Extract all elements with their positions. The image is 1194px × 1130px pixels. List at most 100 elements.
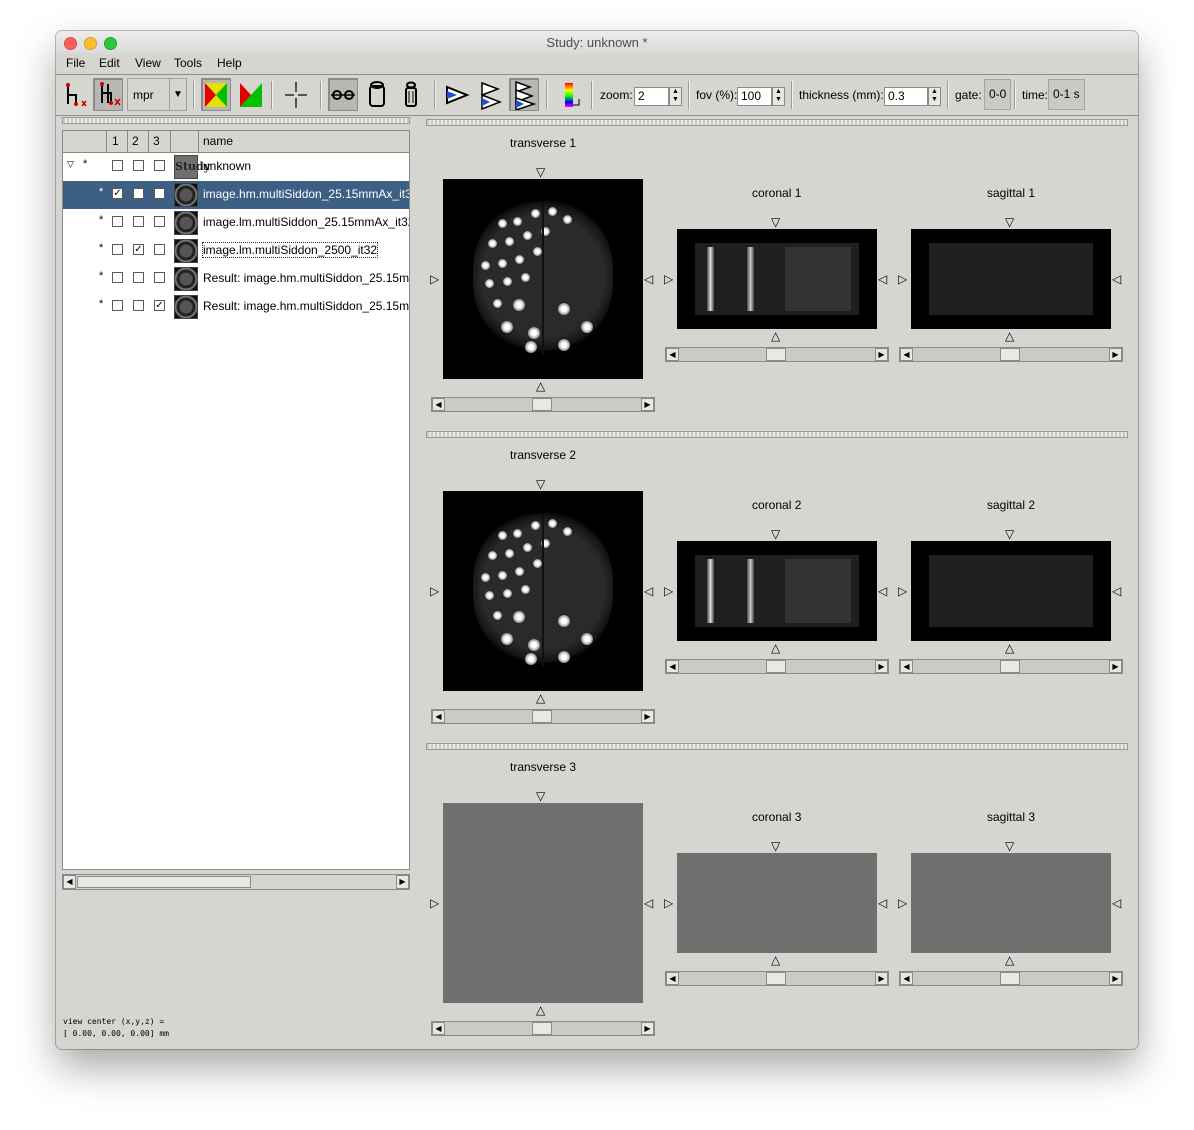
view-1-checkbox[interactable]	[112, 300, 123, 311]
coronal-1-slider[interactable]: ◀ ▶	[665, 347, 889, 362]
slider-thumb[interactable]	[1000, 660, 1020, 673]
view-row-splitter[interactable]	[426, 119, 1128, 126]
transverse-1-slider[interactable]: ◀ ▶	[431, 397, 655, 412]
slice-marker-right-icon[interactable]: ◁	[644, 585, 653, 597]
slice-marker-right-icon[interactable]: ◁	[1112, 585, 1121, 597]
layout-linear-button[interactable]	[328, 78, 358, 111]
slice-marker-left-icon[interactable]: ▷	[664, 585, 673, 597]
sagittal-image[interactable]	[911, 853, 1111, 953]
view-3-checkbox[interactable]	[154, 160, 165, 171]
slice-marker-right-icon[interactable]: ◁	[1112, 897, 1121, 909]
column-header-2[interactable]: 2	[132, 134, 139, 148]
slider-left-icon[interactable]: ◀	[432, 1022, 445, 1035]
menu-file[interactable]: File	[66, 56, 85, 70]
view-2-checkbox[interactable]	[133, 272, 144, 283]
slider-right-icon[interactable]: ▶	[1109, 348, 1122, 361]
fuse-overlay-button[interactable]	[236, 78, 266, 111]
slice-marker-left-icon[interactable]: ▷	[898, 585, 907, 597]
slice-marker-top-icon[interactable]: ▽	[536, 166, 545, 178]
tree-row[interactable]: ▽ * Study unknown	[63, 153, 409, 181]
slider-right-icon[interactable]: ▶	[1109, 660, 1122, 673]
view-3-checkbox[interactable]	[154, 188, 165, 199]
view-mode-multi-button[interactable]	[509, 78, 539, 112]
fov-input[interactable]: 100	[737, 87, 772, 106]
coronal-2-slider[interactable]: ◀ ▶	[665, 659, 889, 674]
tree-row[interactable]: * ✓ image.lm.multiSiddon_2500_it32	[63, 237, 409, 265]
slice-marker-bottom-icon[interactable]: △	[771, 954, 780, 966]
slice-marker-bottom-icon[interactable]: △	[1005, 954, 1014, 966]
slice-marker-top-icon[interactable]: ▽	[1005, 216, 1014, 228]
view-1-checkbox[interactable]	[112, 244, 123, 255]
coronal-image[interactable]	[677, 229, 877, 329]
slice-marker-bottom-icon[interactable]: △	[536, 380, 545, 392]
slider-thumb[interactable]	[532, 1022, 552, 1035]
colormap-button[interactable]	[556, 78, 586, 111]
slider-left-icon[interactable]: ◀	[666, 348, 679, 361]
transverse-2-slider[interactable]: ◀ ▶	[431, 709, 655, 724]
slice-marker-top-icon[interactable]: ▽	[1005, 528, 1014, 540]
transverse-3-slider[interactable]: ◀ ▶	[431, 1021, 655, 1036]
tree-row[interactable]: * image.lm.multiSiddon_25.15mmAx_it32	[63, 209, 409, 237]
coronal-3-slider[interactable]: ◀ ▶	[665, 971, 889, 986]
column-header-1[interactable]: 1	[112, 134, 119, 148]
slice-marker-top-icon[interactable]: ▽	[771, 840, 780, 852]
time-button[interactable]: 0-1 s	[1048, 79, 1085, 110]
view-3-checkbox[interactable]: ✓	[154, 300, 165, 311]
slice-marker-bottom-icon[interactable]: △	[771, 642, 780, 654]
slice-marker-left-icon[interactable]: ▷	[898, 273, 907, 285]
slider-thumb[interactable]	[766, 972, 786, 985]
slider-left-icon[interactable]: ◀	[900, 660, 913, 673]
gate-button[interactable]: 0-0	[984, 79, 1012, 110]
transverse-image[interactable]	[443, 803, 643, 1003]
slice-marker-top-icon[interactable]: ▽	[771, 216, 780, 228]
target-button[interactable]	[281, 78, 311, 111]
sagittal-image[interactable]	[911, 229, 1111, 329]
expand-triangle-icon[interactable]: ▽	[67, 159, 74, 170]
slider-right-icon[interactable]: ▶	[641, 710, 654, 723]
view-2-checkbox[interactable]: ✓	[133, 244, 144, 255]
view-mode-linked-button[interactable]	[475, 78, 505, 111]
fov-stepper[interactable]: ▲ ▼	[772, 87, 785, 106]
slice-marker-right-icon[interactable]: ◁	[1112, 273, 1121, 285]
view-row-splitter[interactable]	[426, 431, 1128, 438]
view-2-checkbox[interactable]	[133, 188, 144, 199]
view-3-checkbox[interactable]	[154, 272, 165, 283]
left-pane-splitter[interactable]	[62, 117, 410, 124]
slice-marker-right-icon[interactable]: ◁	[878, 585, 887, 597]
thickness-input[interactable]: 0.3	[884, 87, 928, 106]
coronal-image[interactable]	[677, 853, 877, 953]
view-1-checkbox[interactable]	[112, 272, 123, 283]
tree-row[interactable]: * ✓ Result: image.hm.multiSiddon_25.15mmAx	[63, 293, 409, 321]
view-mode-single-button[interactable]	[441, 78, 471, 111]
interpolation-nearest-button[interactable]	[61, 78, 91, 111]
sagittal-2-slider[interactable]: ◀ ▶	[899, 659, 1123, 674]
slider-right-icon[interactable]: ▶	[641, 1022, 654, 1035]
slice-marker-top-icon[interactable]: ▽	[1005, 840, 1014, 852]
slider-thumb[interactable]	[532, 710, 552, 723]
tree-horizontal-scrollbar[interactable]: ◀ ▶	[62, 874, 410, 890]
slice-marker-left-icon[interactable]: ▷	[664, 273, 673, 285]
slider-thumb[interactable]	[766, 660, 786, 673]
slice-marker-right-icon[interactable]: ◁	[878, 897, 887, 909]
interpolation-trilinear-button[interactable]	[93, 78, 123, 111]
view-row-splitter[interactable]	[426, 743, 1128, 750]
view-2-checkbox[interactable]	[133, 160, 144, 171]
scroll-right-icon[interactable]: ▶	[396, 875, 409, 889]
slider-thumb[interactable]	[1000, 972, 1020, 985]
layout-orthogonal-button[interactable]	[362, 78, 392, 111]
slice-marker-left-icon[interactable]: ▷	[898, 897, 907, 909]
slider-left-icon[interactable]: ◀	[432, 710, 445, 723]
slice-marker-left-icon[interactable]: ▷	[664, 897, 673, 909]
sagittal-1-slider[interactable]: ◀ ▶	[899, 347, 1123, 362]
slice-marker-bottom-icon[interactable]: △	[1005, 330, 1014, 342]
transverse-image[interactable]	[443, 179, 643, 379]
slice-marker-top-icon[interactable]: ▽	[771, 528, 780, 540]
view-2-checkbox[interactable]	[133, 216, 144, 227]
view-2-checkbox[interactable]	[133, 300, 144, 311]
thickness-stepper[interactable]: ▲ ▼	[928, 87, 941, 106]
slider-thumb[interactable]	[532, 398, 552, 411]
scroll-thumb[interactable]	[77, 876, 251, 888]
slice-marker-left-icon[interactable]: ▷	[430, 585, 439, 597]
slider-thumb[interactable]	[766, 348, 786, 361]
column-header-name[interactable]: name	[203, 134, 233, 148]
